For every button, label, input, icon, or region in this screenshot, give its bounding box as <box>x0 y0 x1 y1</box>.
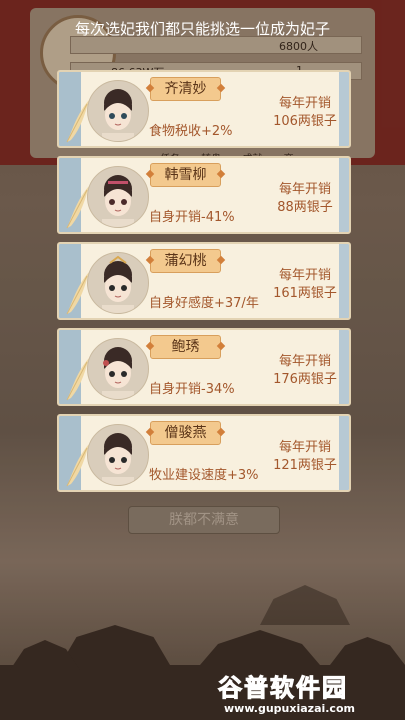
avatar <box>87 80 149 142</box>
watermark-logo-text: 谷普软件园 <box>218 674 348 703</box>
candidate-cost: 每年开销 88两银子 <box>277 182 333 215</box>
avatar <box>87 252 149 314</box>
candidate-cost: 每年开销 106两银子 <box>273 96 337 129</box>
avatar <box>87 338 149 400</box>
candidate-name: 僧骏燕 <box>150 421 221 445</box>
avatar <box>87 424 149 486</box>
avatar <box>87 166 149 228</box>
candidate-card[interactable]: 齐清妙 食物税收+2% 每年开销 106两银子 <box>57 70 351 148</box>
candidate-name: 蒲幻桃 <box>150 249 221 273</box>
candidate-card[interactable]: 蒲幻桃 自身好感度+37/年 每年开销 161两银子 <box>57 242 351 320</box>
candidate-effect: 食物税收+2% <box>149 124 233 139</box>
candidate-effect: 自身开销-41% <box>149 210 235 225</box>
site-watermark: 谷普软件园 www.gupuxiazai.com <box>218 668 400 718</box>
candidate-card[interactable]: 韩雪柳 自身开销-41% 每年开销 88两银子 <box>57 156 351 234</box>
candidate-cost: 每年开销 176两银子 <box>273 354 337 387</box>
candidate-card[interactable]: 鲍琇 自身开销-34% 每年开销 176两银子 <box>57 328 351 406</box>
candidate-name: 鲍琇 <box>150 335 221 359</box>
watermark-url: www.gupuxiazai.com <box>224 702 355 715</box>
candidate-effect: 自身开销-34% <box>149 382 235 397</box>
candidate-name: 韩雪柳 <box>150 163 221 187</box>
selection-prompt: 每次选妃我们都只能挑选一位成为妃子 <box>74 20 330 38</box>
candidate-card[interactable]: 僧骏燕 牧业建设速度+3% 每年开销 121两银子 <box>57 414 351 492</box>
candidate-effect: 自身好感度+37/年 <box>149 296 259 311</box>
candidate-cost: 每年开销 121两银子 <box>273 440 337 473</box>
candidate-cost: 每年开销 161两银子 <box>273 268 337 301</box>
candidate-name: 齐清妙 <box>150 77 221 101</box>
candidate-effect: 牧业建设速度+3% <box>149 468 259 483</box>
